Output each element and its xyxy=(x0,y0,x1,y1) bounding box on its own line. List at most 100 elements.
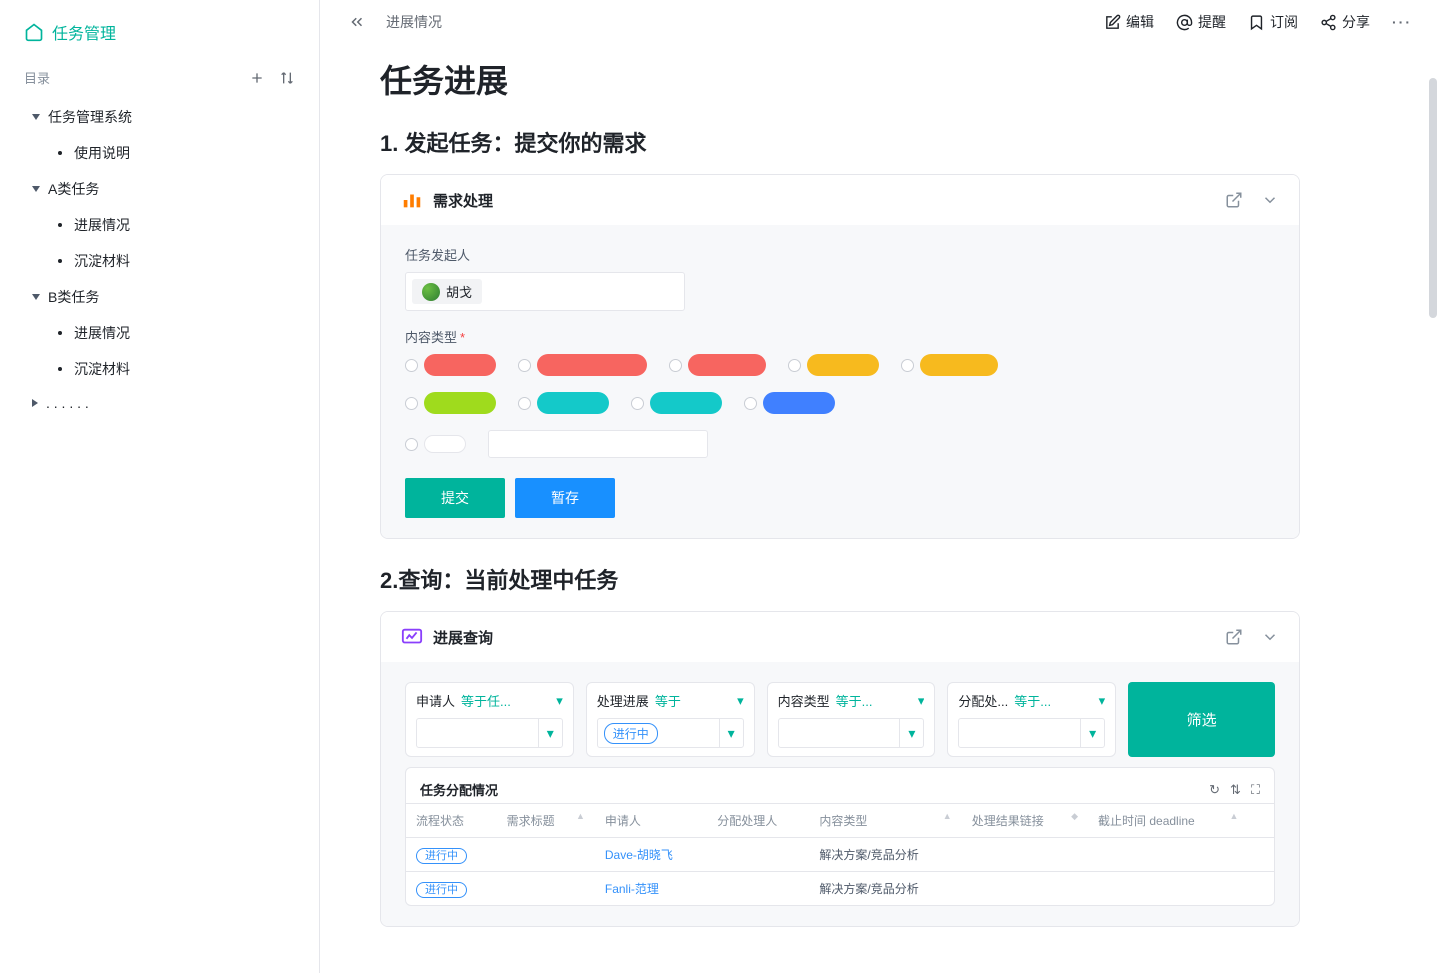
bullet-icon xyxy=(58,259,62,263)
radio-option[interactable] xyxy=(518,354,647,376)
chevron-down-icon[interactable]: ▾ xyxy=(737,693,744,709)
tag-pill xyxy=(537,354,647,376)
collapse-sidebar-icon[interactable] xyxy=(348,13,366,31)
at-icon xyxy=(1176,14,1193,31)
remind-button[interactable]: 提醒 xyxy=(1176,12,1226,32)
tree-item-a-progress[interactable]: 进展情况 xyxy=(8,207,311,243)
submit-button[interactable]: 提交 xyxy=(405,478,505,518)
form-card-title: 需求处理 xyxy=(433,190,493,211)
bookmark-icon xyxy=(1248,14,1265,31)
share-button[interactable]: 分享 xyxy=(1320,12,1370,32)
open-external-icon[interactable] xyxy=(1225,628,1243,646)
fullscreen-icon[interactable]: ⛶ xyxy=(1251,782,1260,798)
th-assignee[interactable]: 分配处理人 xyxy=(707,804,809,838)
refresh-icon[interactable]: ↻ xyxy=(1209,782,1220,798)
breadcrumb[interactable]: 进展情况 xyxy=(386,12,442,32)
tree-item-b-progress[interactable]: 进展情况 xyxy=(8,315,311,351)
tree-item-more[interactable]: . . . . . . xyxy=(8,387,311,419)
form-card-body: 任务发起人 胡戈 内容类型* xyxy=(381,225,1299,538)
tag-pill xyxy=(424,354,496,376)
chevron-down-icon[interactable]: ▾ xyxy=(556,693,563,709)
edit-icon xyxy=(1104,14,1121,31)
user-chip[interactable]: 胡戈 xyxy=(412,279,482,304)
other-type-input[interactable] xyxy=(488,430,708,458)
status-badge: 进行中 xyxy=(416,882,467,898)
open-external-icon[interactable] xyxy=(1225,191,1243,209)
radio-option[interactable] xyxy=(669,354,766,376)
th-link[interactable]: 处理结果链接◆ xyxy=(962,804,1088,838)
th-title[interactable]: 需求标题▲ xyxy=(497,804,595,838)
dropdown-icon[interactable]: ▾ xyxy=(899,719,923,747)
filter-progress-input[interactable]: 进行中 ▾ xyxy=(597,718,744,748)
th-status[interactable]: 流程状态 xyxy=(406,804,497,838)
filter-assignee-input[interactable]: ▾ xyxy=(958,718,1105,748)
sidebar-home[interactable]: 任务管理 xyxy=(0,20,319,64)
dropdown-icon[interactable]: ▾ xyxy=(538,719,562,747)
tree-item-b-materials[interactable]: 沉淀材料 xyxy=(8,351,311,387)
radio-option[interactable] xyxy=(405,354,496,376)
th-deadline[interactable]: 截止时间 deadline▲ xyxy=(1088,804,1248,838)
bullet-icon xyxy=(58,367,62,371)
section1-title: 1. 发起任务：提交你的需求 xyxy=(380,126,1300,158)
table-title: 任务分配情况 xyxy=(420,780,498,799)
query-card: 进展查询 申请人 等于任... ▾ ▾ xyxy=(380,611,1300,927)
filter-assignee: 分配处... 等于... ▾ ▾ xyxy=(947,682,1116,757)
settings-icon[interactable]: ⇅ xyxy=(1230,782,1241,798)
chevron-down-icon xyxy=(32,294,40,300)
chevron-down-icon[interactable]: ▾ xyxy=(1099,693,1106,709)
sidebar-home-label: 任务管理 xyxy=(52,20,116,44)
chevron-down-icon xyxy=(32,114,40,120)
chevron-down-icon[interactable] xyxy=(1261,191,1279,209)
chevron-down-icon[interactable] xyxy=(1261,628,1279,646)
section2-title: 2.查询：当前处理中任务 xyxy=(380,563,1300,595)
radio-icon xyxy=(631,397,644,410)
home-icon xyxy=(24,22,44,42)
filter-row: 申请人 等于任... ▾ ▾ 处理进展 等于 ▾ xyxy=(405,682,1275,767)
applicant-link[interactable]: Dave-胡晓飞 xyxy=(605,848,673,862)
filter-applicant-input[interactable]: ▾ xyxy=(416,718,563,748)
add-icon[interactable] xyxy=(249,70,265,86)
radio-option[interactable] xyxy=(788,354,879,376)
dropdown-icon[interactable]: ▾ xyxy=(719,719,743,747)
radio-icon xyxy=(744,397,757,410)
edit-button[interactable]: 编辑 xyxy=(1104,12,1154,32)
radio-icon xyxy=(405,359,418,372)
sort-icon[interactable] xyxy=(279,70,295,86)
th-type[interactable]: 内容类型▲ xyxy=(809,804,961,838)
table-section: 任务分配情况 ↻ ⇅ ⛶ 流程状态 需求标题▲ 申请人 xyxy=(405,767,1275,906)
filter-type-input[interactable]: ▾ xyxy=(778,718,925,748)
radio-option[interactable] xyxy=(405,435,466,453)
chevron-down-icon[interactable]: ▾ xyxy=(918,693,925,709)
radio-option[interactable] xyxy=(744,392,835,414)
type-radio-group xyxy=(405,354,1275,458)
table-row[interactable]: 进行中 Dave-胡晓飞 解决方案/竞品分析 xyxy=(406,838,1274,872)
radio-option[interactable] xyxy=(631,392,722,414)
tree-item-a-materials[interactable]: 沉淀材料 xyxy=(8,243,311,279)
query-card-header: 进展查询 xyxy=(381,612,1299,662)
subscribe-button[interactable]: 订阅 xyxy=(1248,12,1298,32)
tree-item-b-tasks[interactable]: B类任务 xyxy=(8,279,311,315)
form-card-header: 需求处理 xyxy=(381,175,1299,225)
table-row[interactable]: 进行中 Fanli-范理 解决方案/竞品分析 xyxy=(406,872,1274,906)
radio-option[interactable] xyxy=(901,354,998,376)
tree-item-a-tasks[interactable]: A类任务 xyxy=(8,171,311,207)
radio-icon xyxy=(518,359,531,372)
dropdown-icon[interactable]: ▾ xyxy=(1080,719,1104,747)
scrollbar[interactable] xyxy=(1429,78,1437,318)
save-draft-button[interactable]: 暂存 xyxy=(515,478,615,518)
more-menu-icon[interactable]: ··· xyxy=(1392,14,1412,30)
tag-pill xyxy=(537,392,609,414)
filter-progress: 处理进展 等于 ▾ 进行中 ▾ xyxy=(586,682,755,757)
radio-option[interactable] xyxy=(518,392,609,414)
initiator-field[interactable]: 胡戈 xyxy=(405,272,685,311)
th-applicant[interactable]: 申请人 xyxy=(595,804,707,838)
applicant-link[interactable]: Fanli-范理 xyxy=(605,882,659,896)
radio-icon xyxy=(405,397,418,410)
tree-item-usage[interactable]: 使用说明 xyxy=(8,135,311,171)
query-card-body: 申请人 等于任... ▾ ▾ 处理进展 等于 ▾ xyxy=(381,662,1299,926)
radio-option[interactable] xyxy=(405,392,496,414)
filter-tag[interactable]: 进行中 xyxy=(604,723,658,744)
filter-submit-button[interactable]: 筛选 xyxy=(1128,682,1275,757)
tree-item-task-system[interactable]: 任务管理系统 xyxy=(8,99,311,135)
top-actions: 编辑 提醒 订阅 分享 ··· xyxy=(1104,12,1412,32)
